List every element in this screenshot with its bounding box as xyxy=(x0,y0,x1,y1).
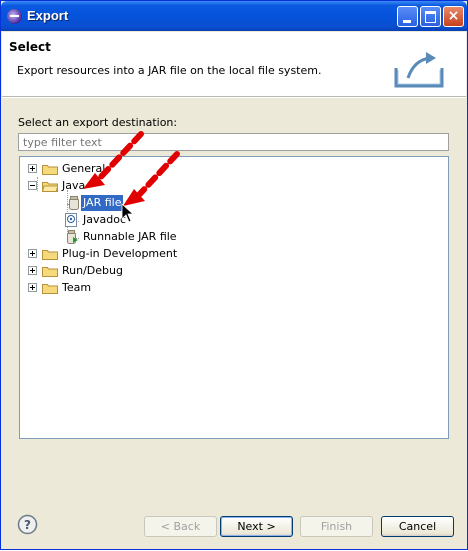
open-folder-icon xyxy=(42,182,58,192)
finish-button[interactable]: Finish xyxy=(300,516,373,537)
tree-item-label: Javadoc xyxy=(83,213,126,226)
tree-item-label: Team xyxy=(62,281,92,294)
tree-guide xyxy=(37,177,38,191)
tree-item-label: Java xyxy=(62,179,86,192)
expand-icon[interactable] xyxy=(28,249,37,258)
filter-input[interactable] xyxy=(18,133,449,151)
eclipse-icon xyxy=(7,9,22,24)
cancel-button[interactable]: Cancel xyxy=(381,516,454,537)
collapse-icon[interactable] xyxy=(28,181,37,190)
close-icon: × xyxy=(447,8,460,24)
next-button[interactable]: Next > xyxy=(220,516,293,537)
javadoc-icon xyxy=(65,213,77,227)
tree-item-label: Run/Debug xyxy=(62,264,123,277)
folder-icon xyxy=(42,165,58,175)
expand-icon[interactable] xyxy=(28,266,37,275)
back-button[interactable]: < Back xyxy=(144,516,217,537)
jar-icon xyxy=(69,196,79,210)
help-icon[interactable]: ? xyxy=(17,514,38,535)
folder-icon xyxy=(42,284,58,294)
page-description: Export resources into a JAR file on the … xyxy=(17,64,322,77)
tree-item-label: General xyxy=(62,162,106,175)
close-button[interactable]: × xyxy=(443,6,464,27)
title-bar[interactable]: Export × xyxy=(1,1,467,31)
folder-icon xyxy=(42,267,58,277)
export-dialog: Export × Select Export resources into a … xyxy=(0,0,468,550)
wizard-header: Select Export resources into a JAR file … xyxy=(2,32,466,97)
svg-text:?: ? xyxy=(24,518,31,532)
expand-icon[interactable] xyxy=(28,164,37,173)
minimize-button[interactable] xyxy=(397,6,418,27)
expand-icon[interactable] xyxy=(28,283,37,292)
tree-item-label: Runnable JAR file xyxy=(83,230,177,243)
export-wizard-icon xyxy=(394,52,444,88)
tree-item-label: Plug-in Development xyxy=(62,247,178,260)
tree-item-label: JAR file xyxy=(81,195,124,211)
page-title: Select xyxy=(9,40,51,54)
maximize-button[interactable] xyxy=(420,6,441,27)
folder-icon xyxy=(42,250,58,260)
destination-label: Select an export destination: xyxy=(18,116,178,129)
header-separator xyxy=(2,97,466,98)
window-title: Export xyxy=(27,8,69,23)
runnable-jar-icon xyxy=(67,230,78,244)
destination-tree[interactable]: General Java JAR file Javadoc Runnable J… xyxy=(19,156,449,439)
